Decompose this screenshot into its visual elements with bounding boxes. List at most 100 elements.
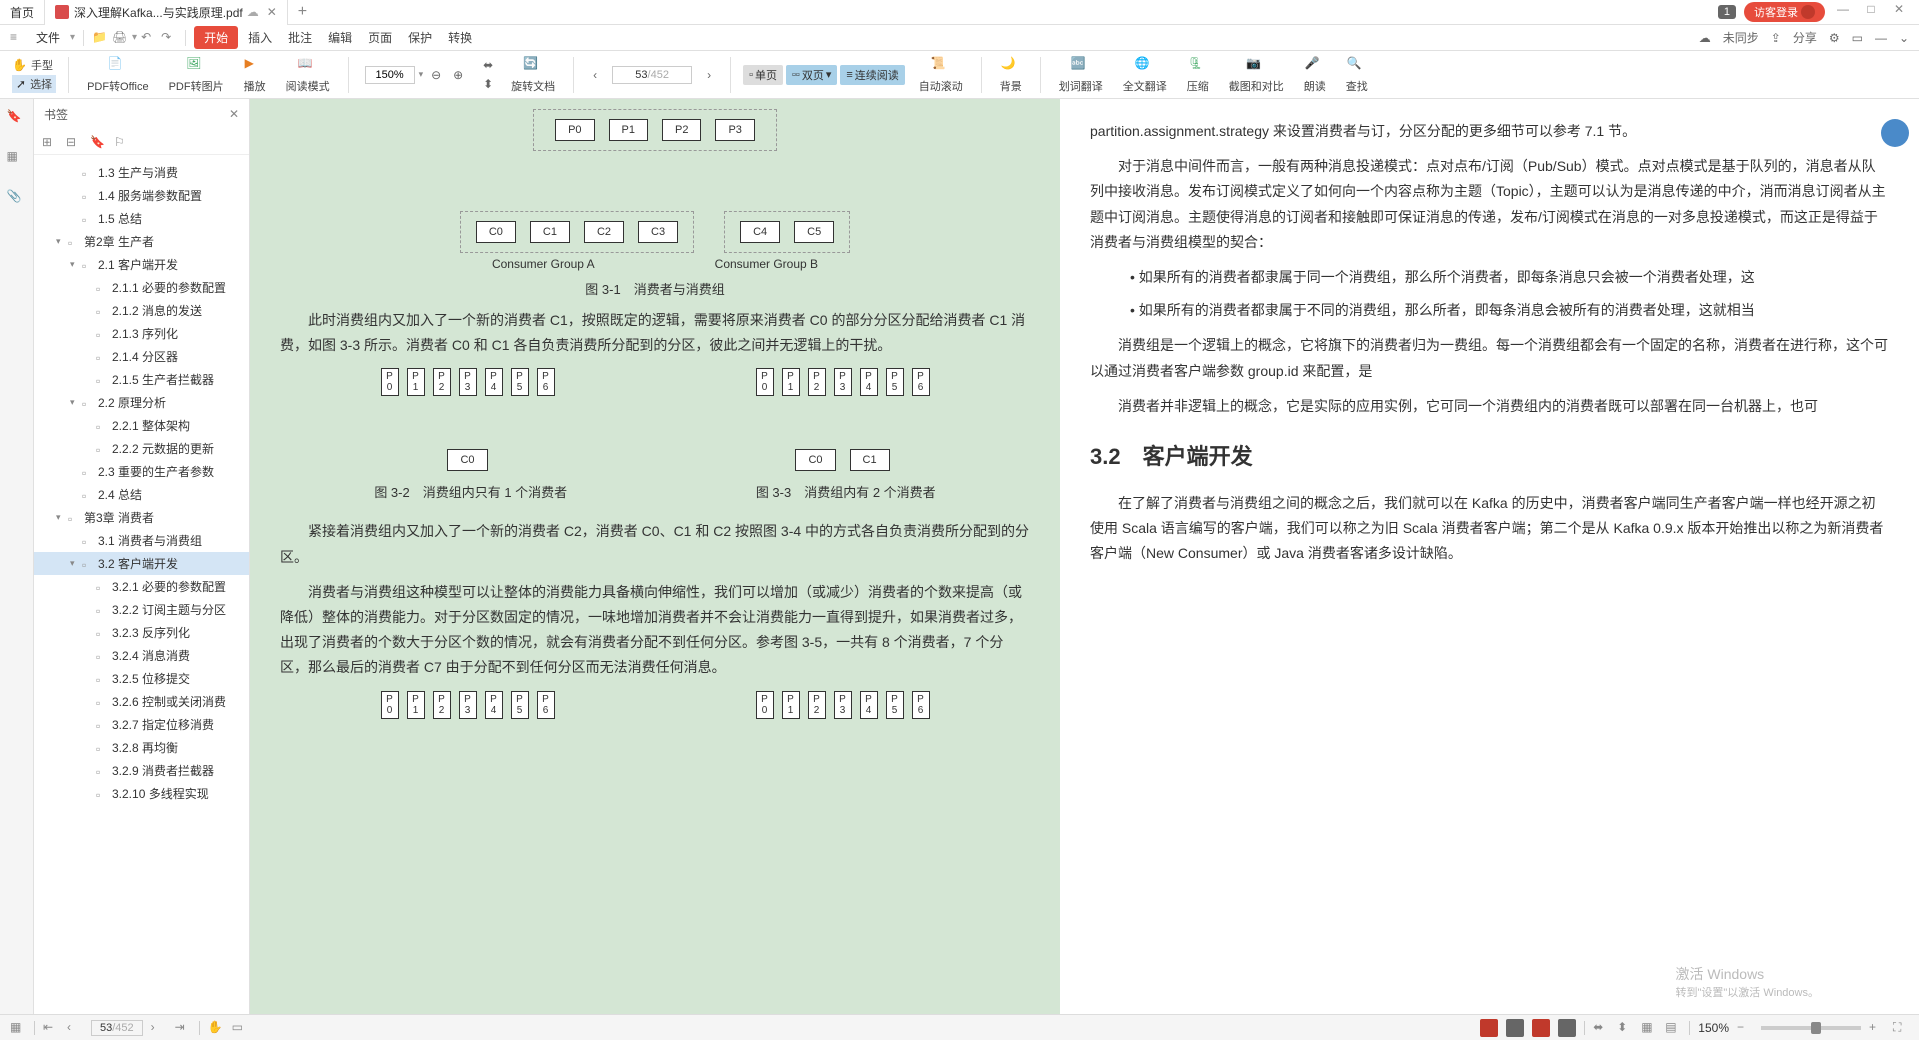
double-page-button[interactable]: ▫▫ 双页▾ <box>786 65 837 85</box>
bookmark-item[interactable]: ▫3.1 消费者与消费组 <box>34 529 249 552</box>
protect-menu[interactable]: 保护 <box>402 27 438 48</box>
bookmark-item[interactable]: ▾▫3.2 客户端开发 <box>34 552 249 575</box>
bookmark-item[interactable]: ▫2.1.2 消息的发送 <box>34 299 249 322</box>
bookmark-item[interactable]: ▫2.1.3 序列化 <box>34 322 249 345</box>
hand-tool[interactable]: ✋ 手型 <box>12 57 56 73</box>
single-page-button[interactable]: ▫ 单页 <box>743 65 783 85</box>
thumbnail-nav-icon[interactable]: ▦ <box>7 149 27 169</box>
bookmark-item[interactable]: ▫3.2.3 反序列化 <box>34 621 249 644</box>
chevron-icon[interactable]: ⌄ <box>1899 31 1909 45</box>
document-viewer[interactable]: P0 P1 P2 P3 C0 C1 C2 C3 <box>250 99 1919 1014</box>
bookmark-item[interactable]: ▫3.2.2 订阅主题与分区 <box>34 598 249 621</box>
menu-icon[interactable]: ≡ <box>10 30 26 46</box>
first-page-icon[interactable]: ⇤ <box>43 1020 59 1036</box>
zoom-input[interactable] <box>365 66 415 84</box>
collapse-icon[interactable]: — <box>1875 31 1887 45</box>
pdf-to-office-button[interactable]: 📄 PDF转Office <box>81 56 155 94</box>
bookmark-item[interactable]: ▫1.4 服务端参数配置 <box>34 184 249 207</box>
redo-icon[interactable]: ↷ <box>161 30 177 46</box>
zoom-slider[interactable] <box>1761 1026 1861 1030</box>
unsync-label[interactable]: 未同步 <box>1723 29 1759 46</box>
next-page-icon[interactable]: › <box>700 66 718 84</box>
auto-scroll-button[interactable]: 📜 自动滚动 <box>913 56 969 94</box>
file-dropdown-icon[interactable]: ▾ <box>70 32 75 43</box>
minimize-button[interactable]: — <box>1833 2 1853 22</box>
bookmark-item[interactable]: ▾▫第2章 生产者 <box>34 230 249 253</box>
page-input[interactable]: 53/452 <box>612 66 692 84</box>
zoom-in-status-icon[interactable]: + <box>1869 1020 1885 1036</box>
close-button[interactable]: ✕ <box>1889 2 1909 22</box>
find-button[interactable]: 🔍 查找 <box>1340 56 1374 94</box>
background-button[interactable]: 🌙 背景 <box>994 56 1028 94</box>
notification-badge[interactable]: 1 <box>1718 5 1736 19</box>
word-translate-button[interactable]: 🔤 划词翻译 <box>1053 56 1109 94</box>
prev-page-icon[interactable]: ‹ <box>586 66 604 84</box>
bookmark-nav-icon[interactable]: 🔖 <box>7 109 27 129</box>
continuous-button[interactable]: ≡ 连续阅读 <box>840 65 904 85</box>
translate-float-icon[interactable] <box>1881 119 1909 147</box>
edit-menu[interactable]: 编辑 <box>322 27 358 48</box>
page-menu[interactable]: 页面 <box>362 27 398 48</box>
file-menu[interactable]: 文件 <box>30 27 66 48</box>
bookmark-item[interactable]: ▫3.2.10 多线程实现 <box>34 782 249 805</box>
review-menu[interactable]: 批注 <box>282 27 318 48</box>
view-mode-1-icon[interactable] <box>1480 1019 1498 1037</box>
play-button[interactable]: ▶ 播放 <box>238 56 272 94</box>
bookmark-item[interactable]: ▫3.2.8 再均衡 <box>34 736 249 759</box>
undo-icon[interactable]: ↶ <box>141 30 157 46</box>
pdf-to-image-button[interactable]: 🖼 PDF转图片 <box>163 56 230 94</box>
view-mode-3-icon[interactable] <box>1532 1019 1550 1037</box>
compress-button[interactable]: 🗜 压缩 <box>1181 56 1215 94</box>
settings-icon[interactable]: ⚙ <box>1829 31 1840 45</box>
add-bookmark-icon[interactable]: 🔖 <box>90 135 104 149</box>
bookmark-item[interactable]: ▫2.1.4 分区器 <box>34 345 249 368</box>
bookmarks-close-icon[interactable]: ✕ <box>229 107 239 121</box>
new-tab-button[interactable]: + <box>288 3 317 21</box>
bookmark-item[interactable]: ▫3.2.6 控制或关闭消费 <box>34 690 249 713</box>
bookmark-item[interactable]: ▫2.1.1 必要的参数配置 <box>34 276 249 299</box>
share-icon[interactable]: ⇪ <box>1771 31 1781 45</box>
fit-width-icon[interactable]: ⬌ <box>479 56 497 74</box>
next-page-status-icon[interactable]: › <box>151 1020 167 1036</box>
print-icon[interactable]: 🖨 <box>112 30 128 46</box>
zoom-in-icon[interactable]: ⊕ <box>449 66 467 84</box>
view-mode-4-icon[interactable] <box>1558 1019 1576 1037</box>
fit-page-icon[interactable]: ⬍ <box>479 75 497 93</box>
home-tab[interactable]: 首页 <box>0 0 45 25</box>
read-aloud-button[interactable]: 🎤 朗读 <box>1298 56 1332 94</box>
bookmark-item[interactable]: ▫2.2.1 整体架构 <box>34 414 249 437</box>
view-mode-2-icon[interactable] <box>1506 1019 1524 1037</box>
fit2-icon[interactable]: ⬍ <box>1617 1020 1633 1036</box>
bookmark-item[interactable]: ▾▫第3章 消费者 <box>34 506 249 529</box>
full-translate-button[interactable]: 🌐 全文翻译 <box>1117 56 1173 94</box>
read-mode-button[interactable]: 📖 阅读模式 <box>280 56 336 94</box>
screenshot-button[interactable]: 📷 截图和对比 <box>1223 56 1290 94</box>
last-page-icon[interactable]: ⇥ <box>175 1020 191 1036</box>
insert-menu[interactable]: 插入 <box>242 27 278 48</box>
bookmark-item[interactable]: ▫3.2.5 位移提交 <box>34 667 249 690</box>
fit-icon[interactable]: ⬌ <box>1593 1020 1609 1036</box>
bookmark-item[interactable]: ▫1.5 总结 <box>34 207 249 230</box>
cloud-icon[interactable]: ☁ <box>1699 31 1711 45</box>
bookmark-item[interactable]: ▫2.4 总结 <box>34 483 249 506</box>
sidebar-toggle-icon[interactable]: ▦ <box>10 1020 26 1036</box>
prev-page-status-icon[interactable]: ‹ <box>67 1020 83 1036</box>
bookmark-item[interactable]: ▾▫2.2 原理分析 <box>34 391 249 414</box>
collapse-icon[interactable]: ⊟ <box>66 135 80 149</box>
bookmark-item[interactable]: ▫3.2.9 消费者拦截器 <box>34 759 249 782</box>
rotate-button[interactable]: 🔄 旋转文档 <box>505 56 561 94</box>
convert-menu[interactable]: 转换 <box>442 27 478 48</box>
share-label[interactable]: 分享 <box>1793 29 1817 46</box>
bookmark-item[interactable]: ▫3.2.1 必要的参数配置 <box>34 575 249 598</box>
maximize-button[interactable]: □ <box>1861 2 1881 22</box>
bookmark-item[interactable]: ▫3.2.4 消息消费 <box>34 644 249 667</box>
bookmark-item[interactable]: ▫2.3 重要的生产者参数 <box>34 460 249 483</box>
zoom-out-icon[interactable]: ⊖ <box>427 66 445 84</box>
layout2-icon[interactable]: ▤ <box>1665 1020 1681 1036</box>
status-page-input[interactable]: 53/452 <box>91 1020 143 1036</box>
hand-status-icon[interactable]: ✋ <box>208 1020 224 1036</box>
layout-icon[interactable]: ▦ <box>1641 1020 1657 1036</box>
fullscreen-icon[interactable]: ⛶ <box>1893 1020 1909 1036</box>
document-tab[interactable]: 深入理解Kafka...与实践原理.pdf ☁ ✕ <box>45 0 288 25</box>
bookmark-item[interactable]: ▾▫2.1 客户端开发 <box>34 253 249 276</box>
